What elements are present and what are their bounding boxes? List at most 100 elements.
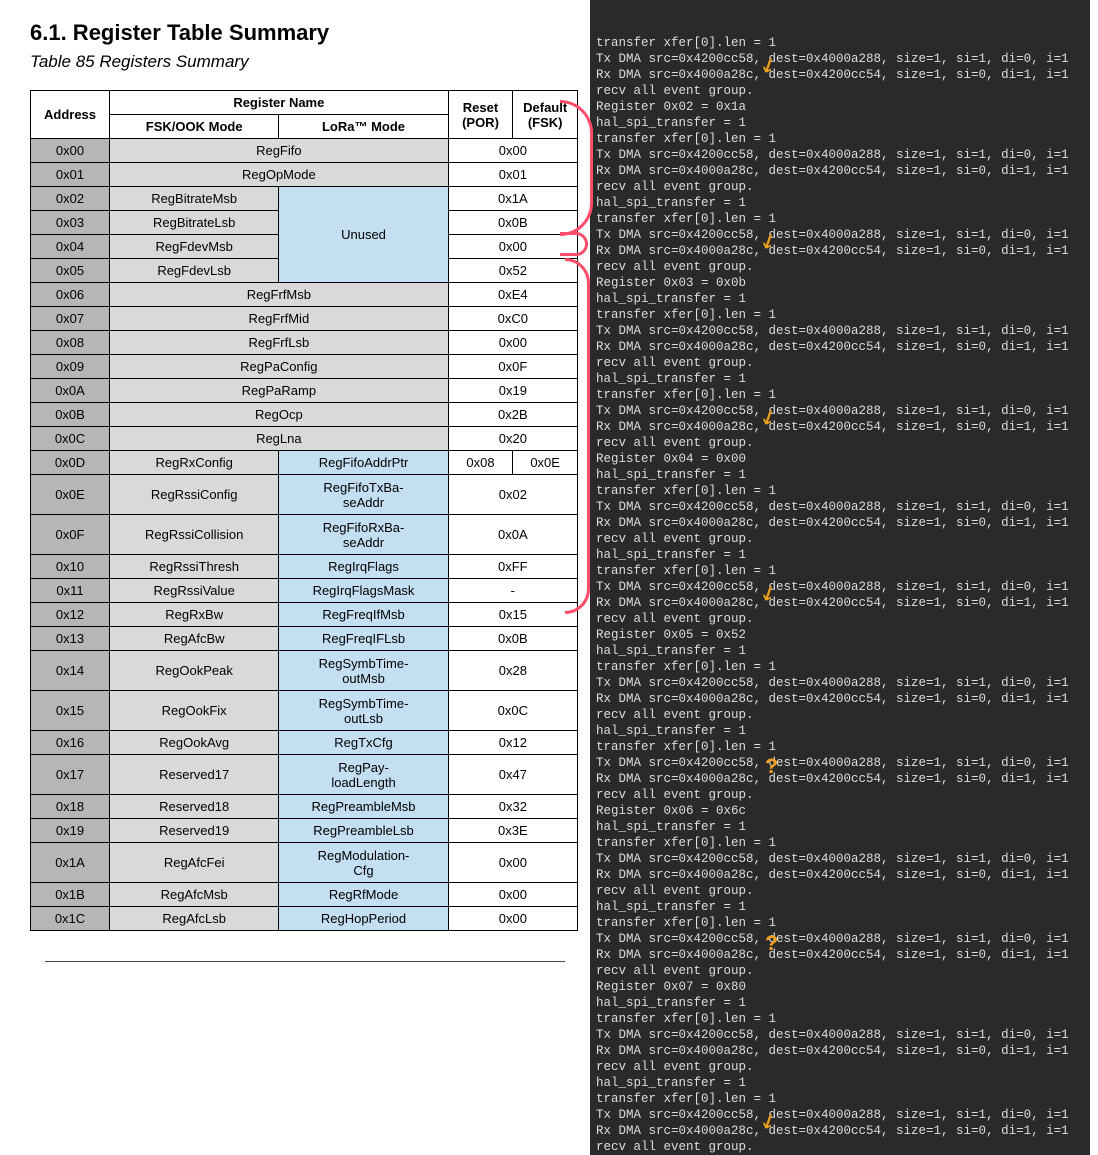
- cell-fsk: Reserved18: [110, 795, 279, 819]
- cell-regname: RegOpMode: [110, 163, 449, 187]
- table-row: 0x1CRegAfcLsbRegHopPeriod0x00: [31, 907, 578, 931]
- cell-fsk: RegRssiThresh: [110, 555, 279, 579]
- register-table: Address Register Name Reset (POR) Defaul…: [30, 90, 578, 931]
- cell-lora: RegFifoAddrPtr: [279, 451, 448, 475]
- table-row: 0x0CRegLna0x20: [31, 427, 578, 451]
- cell-address: 0x04: [31, 235, 110, 259]
- cell-lora: Unused: [279, 187, 448, 283]
- cell-reset: 0x47: [448, 755, 577, 795]
- cell-lora: RegFreqIFLsb: [279, 627, 448, 651]
- cell-fsk: RegAfcMsb: [110, 883, 279, 907]
- cell-address: 0x19: [31, 819, 110, 843]
- cell-fsk: RegFdevMsb: [110, 235, 279, 259]
- cell-reset: 0xC0: [448, 307, 577, 331]
- cell-lora: RegSymbTime- outLsb: [279, 691, 448, 731]
- cell-fsk: RegRxConfig: [110, 451, 279, 475]
- cell-regname: RegFrfLsb: [110, 331, 449, 355]
- cell-reset: 0x2B: [448, 403, 577, 427]
- cell-reset: 0x28: [448, 651, 577, 691]
- cell-fsk: RegRssiConfig: [110, 475, 279, 515]
- cell-address: 0x1A: [31, 843, 110, 883]
- th-regname: Register Name: [110, 91, 449, 115]
- cell-address: 0x01: [31, 163, 110, 187]
- cell-reset: 0x15: [448, 603, 577, 627]
- cell-address: 0x18: [31, 795, 110, 819]
- cell-address: 0x16: [31, 731, 110, 755]
- cell-lora: RegPreambleLsb: [279, 819, 448, 843]
- cell-reset: 0x0B: [448, 211, 577, 235]
- cell-address: 0x08: [31, 331, 110, 355]
- cell-fsk: RegFdevLsb: [110, 259, 279, 283]
- cell-lora: RegModulation- Cfg: [279, 843, 448, 883]
- table-row: 0x06RegFrfMsb0xE4: [31, 283, 578, 307]
- cell-fsk: RegAfcLsb: [110, 907, 279, 931]
- cell-lora: RegFifoRxBa- seAddr: [279, 515, 448, 555]
- cell-fsk: RegRxBw: [110, 603, 279, 627]
- cell-address: 0x1B: [31, 883, 110, 907]
- cell-address: 0x0B: [31, 403, 110, 427]
- cell-address: 0x0E: [31, 475, 110, 515]
- table-row: 0x18Reserved18RegPreambleMsb0x32: [31, 795, 578, 819]
- cell-lora: RegFreqIfMsb: [279, 603, 448, 627]
- section-heading: 6.1. Register Table Summary: [30, 20, 580, 46]
- table-row: 0x07RegFrfMid0xC0: [31, 307, 578, 331]
- cell-lora: RegIrqFlags: [279, 555, 448, 579]
- cell-address: 0x0A: [31, 379, 110, 403]
- cell-reset: 0xE4: [448, 283, 577, 307]
- cell-address: 0x1C: [31, 907, 110, 931]
- cell-lora: RegTxCfg: [279, 731, 448, 755]
- terminal-pane[interactable]: transfer xfer[0].len = 1 Tx DMA src=0x42…: [590, 0, 1090, 1155]
- cell-address: 0x10: [31, 555, 110, 579]
- table-row: 0x13RegAfcBwRegFreqIFLsb0x0B: [31, 627, 578, 651]
- cell-lora: RegFifoTxBa- seAddr: [279, 475, 448, 515]
- cell-fsk: RegAfcBw: [110, 627, 279, 651]
- cell-address: 0x12: [31, 603, 110, 627]
- annotation-question-icon: ?: [765, 760, 778, 776]
- cell-regname: RegOcp: [110, 403, 449, 427]
- th-default: Default (FSK): [513, 91, 578, 139]
- cell-reset: 0x0A: [448, 515, 577, 555]
- cell-lora: RegRfMode: [279, 883, 448, 907]
- annotation-question-icon: ?: [765, 937, 778, 953]
- cell-reset: 0xFF: [448, 555, 577, 579]
- cell-lora: RegPreambleMsb: [279, 795, 448, 819]
- terminal-output: transfer xfer[0].len = 1 Tx DMA src=0x42…: [596, 35, 1090, 1155]
- table-row: 0x12RegRxBwRegFreqIfMsb0x15: [31, 603, 578, 627]
- table-row: 0x0ERegRssiConfigRegFifoTxBa- seAddr0x02: [31, 475, 578, 515]
- cell-lora: RegHopPeriod: [279, 907, 448, 931]
- th-fsk: FSK/OOK Mode: [110, 115, 279, 139]
- cell-fsk: RegOokAvg: [110, 731, 279, 755]
- table-caption: Table 85 Registers Summary: [30, 52, 580, 72]
- cell-address: 0x09: [31, 355, 110, 379]
- cell-reset: 0x00: [448, 235, 577, 259]
- cell-address: 0x07: [31, 307, 110, 331]
- table-row: 0x0DRegRxConfigRegFifoAddrPtr0x080x0E: [31, 451, 578, 475]
- table-row: 0x09RegPaConfig0x0F: [31, 355, 578, 379]
- cell-lora: RegIrqFlagsMask: [279, 579, 448, 603]
- cell-reset: 0x00: [448, 139, 577, 163]
- cell-address: 0x15: [31, 691, 110, 731]
- cell-address: 0x00: [31, 139, 110, 163]
- cell-address: 0x03: [31, 211, 110, 235]
- cell-reset: 0x0B: [448, 627, 577, 651]
- th-lora: LoRa™ Mode: [279, 115, 448, 139]
- cell-regname: RegFrfMsb: [110, 283, 449, 307]
- cell-fsk: Reserved17: [110, 755, 279, 795]
- cell-address: 0x0C: [31, 427, 110, 451]
- cell-fsk: RegRssiCollision: [110, 515, 279, 555]
- cell-address: 0x0D: [31, 451, 110, 475]
- cell-lora: RegPay- loadLength: [279, 755, 448, 795]
- cell-regname: RegPaConfig: [110, 355, 449, 379]
- datasheet-pane: 6.1. Register Table Summary Table 85 Reg…: [0, 0, 590, 1155]
- cell-regname: RegLna: [110, 427, 449, 451]
- cell-fsk: RegRssiValue: [110, 579, 279, 603]
- cell-reset: 0x02: [448, 475, 577, 515]
- table-row: 0x02RegBitrateMsbUnused0x1A: [31, 187, 578, 211]
- cell-regname: RegFrfMid: [110, 307, 449, 331]
- cell-address: 0x05: [31, 259, 110, 283]
- cell-fsk: RegBitrateLsb: [110, 211, 279, 235]
- cell-reset: 0x00: [448, 331, 577, 355]
- cell-regname: RegPaRamp: [110, 379, 449, 403]
- cell-reset: 0x20: [448, 427, 577, 451]
- cell-reset: 0x00: [448, 883, 577, 907]
